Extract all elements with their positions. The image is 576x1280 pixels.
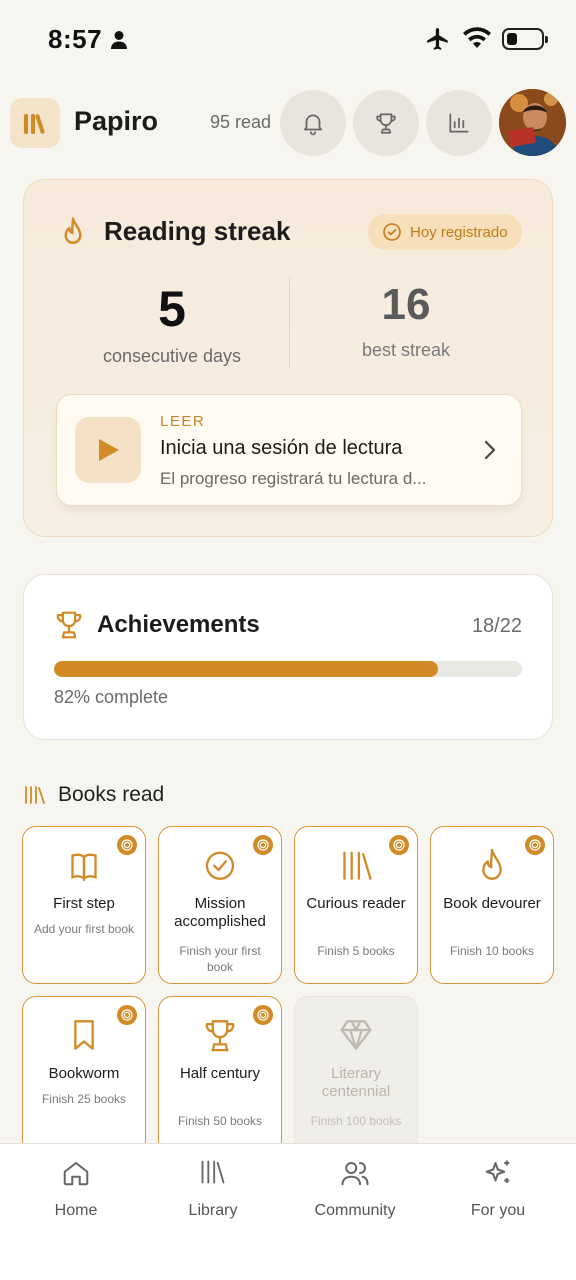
- flame-icon: [482, 848, 502, 880]
- badge-name: Literary centennial: [321, 1065, 391, 1100]
- status-bar: 8:57: [0, 0, 576, 80]
- session-kicker: LEER: [160, 413, 206, 430]
- library-icon: [201, 1160, 225, 1184]
- stats-button[interactable]: [426, 90, 492, 156]
- badge-description: Finish 25 books: [41, 1092, 127, 1106]
- read-count: 95 read: [210, 112, 272, 132]
- medal-icon: [389, 835, 409, 855]
- status-time: 8:57: [48, 24, 103, 54]
- nav-community-label: Community: [314, 1202, 396, 1219]
- nav-library-label: Library: [188, 1202, 238, 1219]
- sparkles-icon: [485, 1160, 510, 1183]
- badge-tile[interactable]: Half century Finish 50 books: [158, 996, 282, 1154]
- trophy-icon: [56, 611, 82, 639]
- diamond-icon: [340, 1020, 372, 1050]
- badge-tile[interactable]: First step Add your first book: [22, 826, 146, 984]
- badge-description: Finish 5 books: [317, 944, 395, 958]
- app-title: Papiro: [74, 106, 159, 136]
- streak-card: Reading streak Hoy registrado 5 consecut…: [23, 179, 553, 537]
- app-logo: [10, 98, 60, 148]
- badge-tile[interactable]: Book devourer Finish 10 books: [430, 826, 554, 984]
- achievements-progress-bar: [54, 661, 522, 677]
- flame-icon: [64, 217, 82, 244]
- logged-today-label: Hoy registrado: [410, 223, 508, 241]
- badge-name: Bookworm: [48, 1065, 120, 1082]
- badge-description: Finish 100 books: [310, 1114, 402, 1128]
- medal-icon: [525, 835, 545, 855]
- best-streak-value: 16: [381, 280, 431, 329]
- nav-for-you-label: For you: [470, 1202, 526, 1219]
- play-button[interactable]: [75, 417, 141, 483]
- chevron-right-icon: [484, 440, 496, 460]
- books-read-title: Books read: [58, 783, 165, 806]
- nav-library[interactable]: Library: [153, 1158, 273, 1220]
- bar-chart-icon: [449, 113, 469, 133]
- achievements-progress-fill: [54, 661, 438, 677]
- community-icon: [341, 1162, 369, 1186]
- badge-name: Half century: [179, 1065, 261, 1082]
- avatar[interactable]: [499, 89, 566, 156]
- stat-divider: [289, 278, 290, 368]
- badge-name: Curious reader: [306, 895, 406, 912]
- achievements-count: 18/22: [471, 615, 522, 637]
- achievements-complete-label: 82% complete: [54, 687, 169, 707]
- session-title: Inicia una sesión de lectura: [160, 437, 403, 459]
- session-subtitle: El progreso registrará tu lectura d...: [160, 469, 427, 488]
- badge-description: Add your first book: [33, 922, 135, 936]
- library-logo-icon: [24, 114, 45, 134]
- badge-name: Book devourer: [443, 895, 541, 912]
- badge-tile[interactable]: Mission accomplished Finish your first bo…: [158, 826, 282, 984]
- wifi-icon: [463, 27, 491, 48]
- library-icon: [25, 786, 45, 804]
- current-streak-label: consecutive days: [102, 346, 242, 366]
- badge-name: Mission accomplished: [174, 895, 266, 930]
- nav-community[interactable]: Community: [295, 1158, 415, 1220]
- app-header: Papiro 95 read: [0, 88, 576, 158]
- person-icon: [111, 31, 127, 49]
- bookmark-icon: [74, 1020, 94, 1050]
- bottom-nav: Home Library Community For you: [0, 1143, 576, 1280]
- badge-tile[interactable]: Bookworm Finish 25 books: [22, 996, 146, 1154]
- play-icon: [99, 439, 119, 461]
- streak-title: Reading streak: [104, 216, 291, 246]
- logged-today-badge: Hoy registrado: [368, 214, 522, 250]
- medal-icon: [253, 1005, 273, 1025]
- trophy-icon: [376, 113, 396, 134]
- achievements-card[interactable]: Achievements 18/22 82% complete: [23, 574, 553, 740]
- open-book-icon: [71, 853, 97, 882]
- check-circle-icon: [383, 223, 401, 241]
- achievements-title: Achievements: [97, 611, 260, 638]
- nav-home[interactable]: Home: [16, 1158, 136, 1220]
- library-icon: [343, 851, 372, 880]
- nav-home-label: Home: [54, 1202, 98, 1219]
- airplane-icon: [427, 28, 448, 50]
- books-read-header: Books read: [24, 780, 164, 810]
- battery-icon: [502, 28, 548, 50]
- medal-icon: [253, 835, 273, 855]
- current-streak-value: 5: [158, 281, 186, 337]
- badge-description: Finish 10 books: [449, 944, 535, 958]
- start-session-card[interactable]: LEER Inicia una sesión de lectura El pro…: [56, 394, 522, 506]
- check-circle-icon: [205, 851, 235, 880]
- notifications-button[interactable]: [280, 90, 346, 156]
- badge-tile[interactable]: Literary centennial Finish 100 books: [294, 996, 418, 1154]
- achievements-button[interactable]: [353, 90, 419, 156]
- home-icon: [63, 1162, 89, 1186]
- avatar-image: [499, 89, 566, 156]
- badge-description: Finish your first book: [179, 944, 261, 974]
- badge-description: Finish 50 books: [177, 1114, 263, 1128]
- medal-icon: [117, 1005, 137, 1025]
- best-streak-label: best streak: [361, 340, 451, 360]
- trophy-icon: [205, 1020, 235, 1052]
- bell-icon: [304, 114, 322, 136]
- medal-icon: [117, 835, 137, 855]
- nav-for-you[interactable]: For you: [438, 1158, 558, 1220]
- badge-tile[interactable]: Curious reader Finish 5 books: [294, 826, 418, 984]
- badge-name: First step: [53, 895, 115, 912]
